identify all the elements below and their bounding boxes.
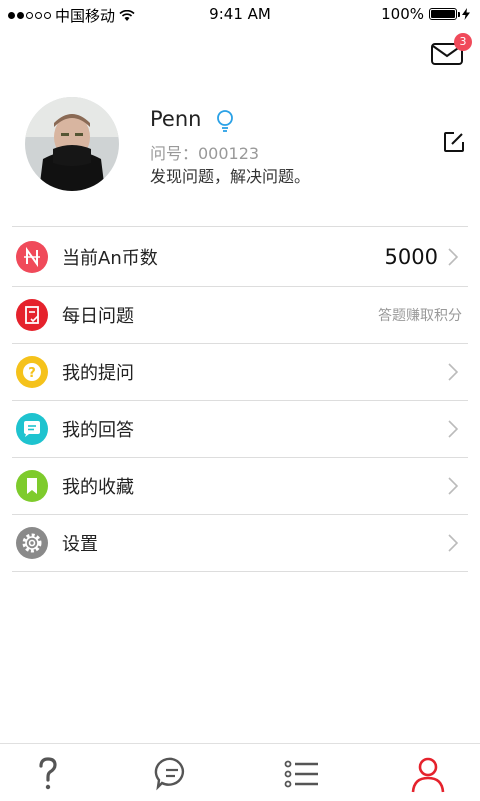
answer-icon — [16, 413, 48, 445]
menu-list: 当前An币数 5000 每日问题 答题赚取积分 ? 我的提问 我的回答 我的收藏 — [12, 226, 468, 572]
lightbulb-icon — [217, 110, 233, 132]
tab-list[interactable] — [282, 754, 322, 794]
tab-messages[interactable] — [152, 754, 192, 794]
gear-icon — [16, 527, 48, 559]
menu-item-my-answers[interactable]: 我的回答 — [12, 401, 468, 458]
menu-item-label: 我的回答 — [62, 420, 134, 441]
profile-name: Penn — [150, 107, 202, 131]
menu-item-my-favorites[interactable]: 我的收藏 — [12, 458, 468, 515]
tab-bar — [0, 743, 480, 801]
question-mark-icon — [39, 757, 57, 790]
list-icon — [284, 760, 318, 788]
menu-item-label: 我的提问 — [62, 363, 134, 384]
chevron-right-icon — [448, 534, 458, 552]
status-bar: 中国移动 9:41 AM 100% — [0, 0, 480, 30]
menu-item-label: 每日问题 — [62, 306, 134, 327]
question-icon: ? — [16, 356, 48, 388]
tab-questions[interactable] — [28, 754, 68, 794]
daily-question-icon — [16, 299, 48, 331]
person-icon — [411, 757, 445, 793]
chevron-right-icon — [448, 247, 458, 266]
svg-text:?: ? — [28, 366, 36, 381]
daily-hint: 答题赚取积分 — [378, 308, 462, 324]
coin-icon — [16, 240, 48, 273]
menu-item-label: 我的收藏 — [62, 477, 134, 498]
unread-badge: 3 — [454, 33, 472, 51]
mail-button[interactable]: 3 — [430, 33, 472, 68]
chevron-right-icon — [448, 477, 458, 495]
menu-item-settings[interactable]: 设置 — [12, 515, 468, 572]
menu-item-my-questions[interactable]: ? 我的提问 — [12, 344, 468, 401]
charging-icon — [462, 8, 470, 20]
profile-id: 问号：000123 — [150, 144, 260, 163]
battery-icon — [429, 8, 460, 20]
battery-percent: 100% — [381, 5, 424, 23]
tab-profile[interactable] — [408, 754, 448, 794]
profile-signature: 发现问题，解决问题。 — [150, 167, 311, 186]
chevron-right-icon — [448, 363, 458, 381]
chat-icon — [154, 757, 185, 791]
avatar[interactable] — [25, 97, 119, 191]
status-right: 100% — [381, 5, 470, 23]
edit-profile-icon[interactable] — [443, 131, 465, 153]
coin-count: 5000 — [384, 244, 438, 269]
chevron-right-icon — [448, 420, 458, 438]
bookmark-icon — [16, 470, 48, 502]
menu-item-coins[interactable]: 当前An币数 5000 — [12, 227, 468, 287]
menu-item-label: 当前An币数 — [62, 247, 158, 269]
menu-item-label: 设置 — [62, 534, 98, 555]
menu-item-daily[interactable]: 每日问题 答题赚取积分 — [12, 287, 468, 344]
